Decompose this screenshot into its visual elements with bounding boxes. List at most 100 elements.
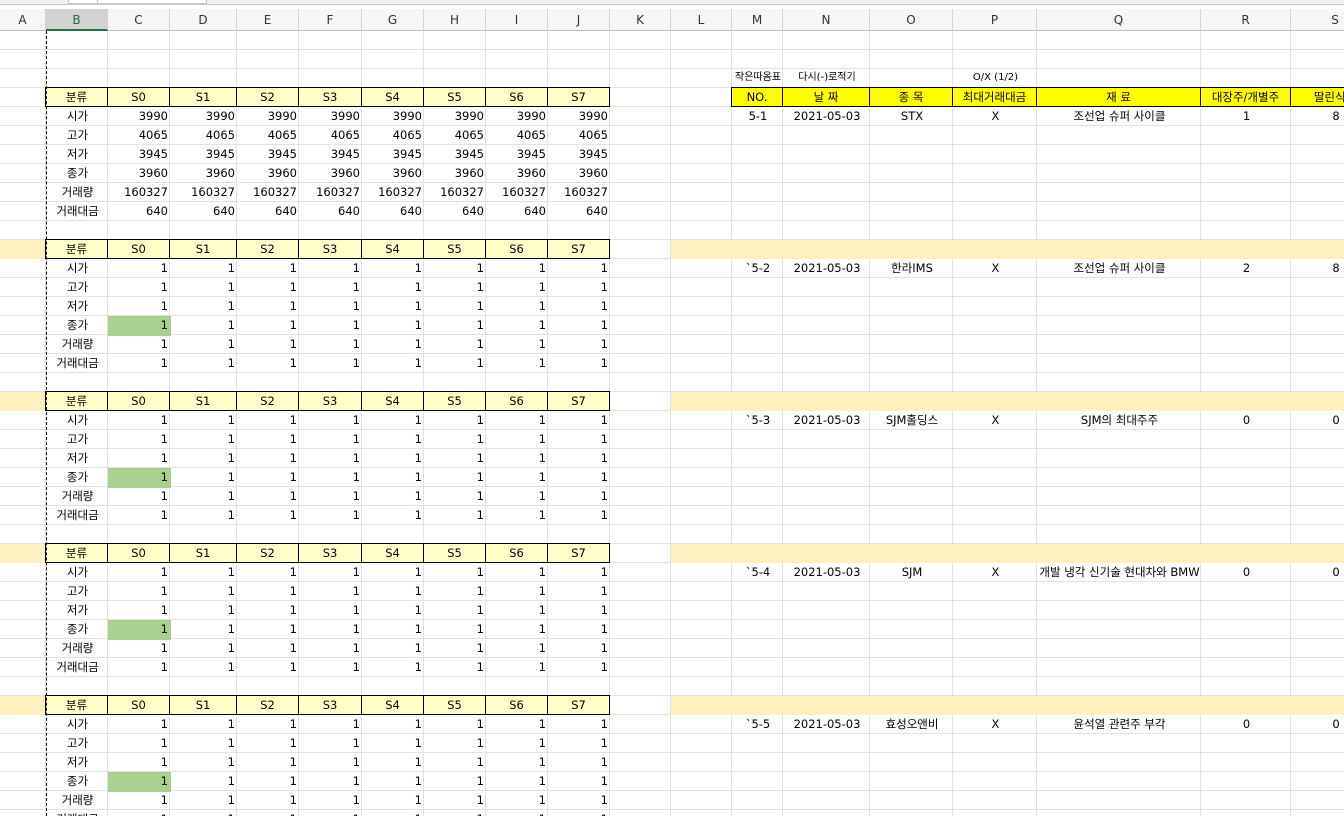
column-header-g[interactable]: G: [362, 9, 424, 31]
value-cell[interactable]: 4065: [424, 126, 487, 146]
record-date[interactable]: 2021-05-03: [783, 259, 871, 279]
column-header-a[interactable]: A: [0, 9, 46, 31]
row-label[interactable]: 거래량: [46, 487, 109, 507]
value-cell[interactable]: 1: [170, 316, 238, 336]
value-cell[interactable]: 1: [237, 468, 300, 488]
table-header-cell[interactable]: S4: [361, 239, 424, 259]
value-cell[interactable]: 1: [299, 772, 363, 792]
sheet-tab-edge[interactable]: [97, 0, 207, 4]
value-cell[interactable]: 3945: [299, 145, 363, 165]
value-cell[interactable]: 1: [299, 411, 363, 431]
table-header-cell[interactable]: S6: [485, 543, 548, 563]
record-name[interactable]: SJM홀딩스: [870, 411, 954, 431]
table-header-cell[interactable]: S6: [485, 695, 548, 715]
value-cell[interactable]: 1: [108, 563, 171, 583]
record-leader[interactable]: 0: [1201, 411, 1292, 431]
value-cell[interactable]: 1: [170, 297, 238, 317]
table-header-cell[interactable]: S0: [107, 87, 170, 107]
value-cell[interactable]: 1: [424, 601, 487, 621]
value-cell[interactable]: 1: [424, 791, 487, 811]
value-cell[interactable]: 1: [486, 734, 549, 754]
record-max[interactable]: X: [953, 411, 1038, 431]
table-header-cell[interactable]: S2: [236, 695, 299, 715]
table-header-cell[interactable]: S4: [361, 543, 424, 563]
value-cell[interactable]: 1: [299, 449, 363, 469]
value-cell[interactable]: 3960: [424, 164, 487, 184]
value-cell[interactable]: 640: [362, 202, 425, 222]
row-label[interactable]: 종가: [46, 772, 109, 792]
value-cell[interactable]: 1: [170, 354, 238, 374]
table-header-cell[interactable]: S3: [298, 239, 362, 259]
table-header-cell[interactable]: S4: [361, 695, 424, 715]
value-cell[interactable]: 1: [362, 487, 425, 507]
row-label[interactable]: 시가: [46, 259, 109, 279]
value-cell[interactable]: 1: [237, 601, 300, 621]
record-leader[interactable]: 2: [1201, 259, 1292, 279]
record-leader[interactable]: 0: [1201, 715, 1292, 735]
value-cell[interactable]: 1: [299, 715, 363, 735]
value-cell[interactable]: 1: [237, 278, 300, 298]
value-cell[interactable]: 1: [486, 563, 549, 583]
value-cell[interactable]: 1: [486, 354, 549, 374]
value-cell[interactable]: 1: [548, 563, 611, 583]
column-header-m[interactable]: M: [732, 9, 783, 31]
value-cell[interactable]: 1: [237, 411, 300, 431]
row-label[interactable]: 거래량: [46, 335, 109, 355]
value-cell[interactable]: 4065: [170, 126, 238, 146]
value-cell[interactable]: 4065: [299, 126, 363, 146]
value-cell[interactable]: 160327: [362, 183, 425, 203]
value-cell[interactable]: 1: [237, 810, 300, 816]
value-cell[interactable]: 1: [362, 658, 425, 678]
table-header-cell[interactable]: S4: [361, 87, 424, 107]
table-header-cell[interactable]: S1: [169, 543, 237, 563]
value-cell[interactable]: 1: [424, 278, 487, 298]
value-cell[interactable]: 1: [424, 639, 487, 659]
value-cell[interactable]: 1: [170, 582, 238, 602]
value-cell[interactable]: 640: [548, 202, 611, 222]
value-cell[interactable]: 1: [108, 259, 171, 279]
value-cell[interactable]: 1: [170, 753, 238, 773]
value-cell[interactable]: 1: [424, 506, 487, 526]
value-cell[interactable]: 160327: [424, 183, 487, 203]
value-cell[interactable]: 1: [362, 335, 425, 355]
value-cell[interactable]: 1: [237, 772, 300, 792]
value-cell[interactable]: 3990: [362, 107, 425, 127]
value-cell[interactable]: 1: [486, 601, 549, 621]
row-label[interactable]: 종가: [46, 316, 109, 336]
row-label[interactable]: 거래대금: [46, 810, 109, 816]
value-cell[interactable]: 1: [548, 430, 611, 450]
record-date[interactable]: 2021-05-03: [783, 715, 871, 735]
value-cell[interactable]: 1: [237, 487, 300, 507]
value-cell[interactable]: 1: [548, 316, 611, 336]
value-cell[interactable]: 1: [299, 316, 363, 336]
row-label[interactable]: 고가: [46, 430, 109, 450]
record-header-cell[interactable]: NO.: [731, 87, 783, 107]
value-cell[interactable]: 160327: [237, 183, 300, 203]
value-cell[interactable]: 3945: [486, 145, 549, 165]
column-header-s[interactable]: S: [1291, 9, 1344, 31]
value-cell[interactable]: 1: [170, 791, 238, 811]
row-label[interactable]: 고가: [46, 126, 109, 146]
value-cell[interactable]: 3945: [362, 145, 425, 165]
value-cell[interactable]: 1: [424, 335, 487, 355]
row-label[interactable]: 종가: [46, 620, 109, 640]
value-cell[interactable]: 1: [424, 468, 487, 488]
table-header-cell[interactable]: S5: [423, 239, 486, 259]
record-follower[interactable]: 0: [1291, 715, 1344, 735]
record-header-cell[interactable]: 날 짜: [782, 87, 870, 107]
record-header-cell[interactable]: 대장주/개별주: [1200, 87, 1291, 107]
value-cell[interactable]: 1: [424, 430, 487, 450]
column-header-k[interactable]: K: [610, 9, 671, 31]
value-cell[interactable]: 1: [486, 658, 549, 678]
table-header-cell[interactable]: 분류: [45, 543, 108, 563]
value-cell[interactable]: 1: [299, 639, 363, 659]
value-cell[interactable]: 1: [362, 601, 425, 621]
value-cell[interactable]: 1: [170, 487, 238, 507]
value-cell[interactable]: 1: [108, 658, 171, 678]
value-cell[interactable]: 1: [362, 316, 425, 336]
record-date[interactable]: 2021-05-03: [783, 563, 871, 583]
value-cell[interactable]: 1: [237, 335, 300, 355]
value-cell[interactable]: 1: [548, 639, 611, 659]
value-cell[interactable]: 1: [362, 506, 425, 526]
value-cell[interactable]: 1: [548, 259, 611, 279]
